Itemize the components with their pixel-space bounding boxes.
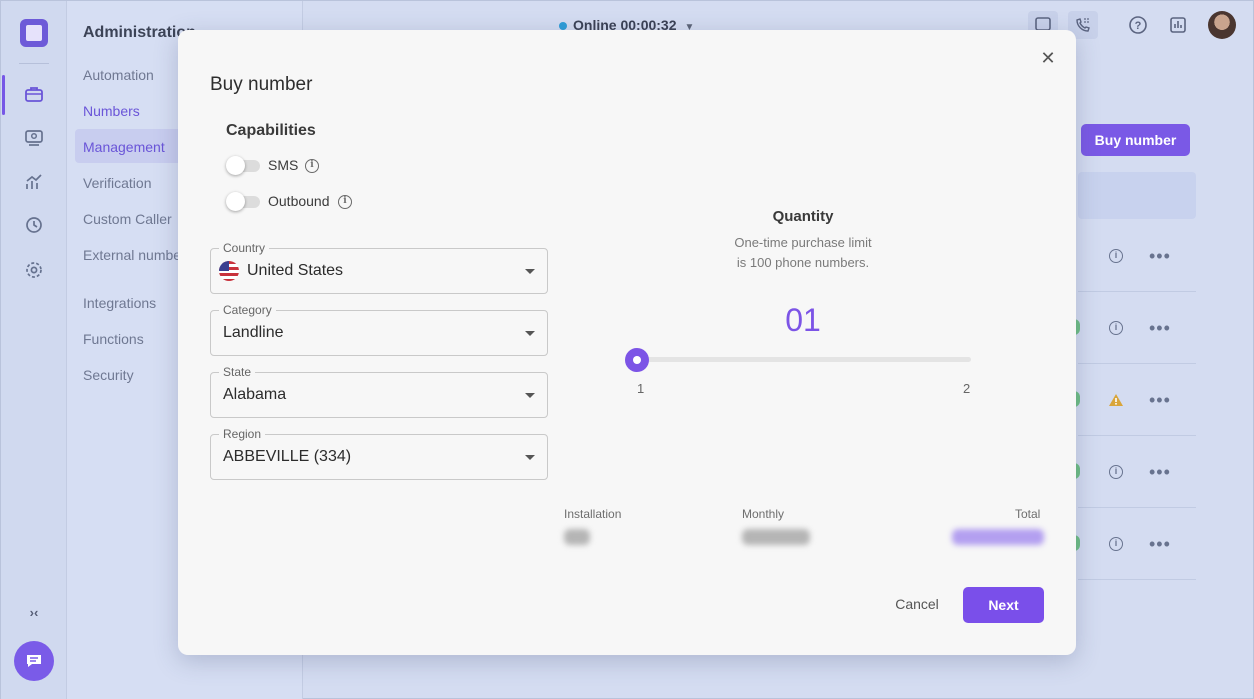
total-label: Total xyxy=(1015,507,1041,521)
close-icon[interactable]: ✕ xyxy=(1040,49,1056,67)
sms-toggle[interactable] xyxy=(226,156,260,175)
subnav-item-external-numbers[interactable]: External numbe xyxy=(83,247,181,263)
info-icon: i xyxy=(1109,537,1123,551)
bg-buy-number-button: Buy number xyxy=(1081,124,1190,156)
country-select[interactable]: Country United States xyxy=(210,241,548,294)
outbound-toggle-label: Outbound xyxy=(268,193,330,209)
total-price-redacted xyxy=(952,529,1044,545)
quantity-slider-thumb[interactable] xyxy=(625,348,649,372)
bg-row-divider xyxy=(1078,435,1196,436)
svg-text:?: ? xyxy=(1135,20,1142,32)
region-select[interactable]: Region ABBEVILLE (334) xyxy=(210,427,548,480)
subnav-item-numbers[interactable]: Numbers xyxy=(83,103,140,119)
state-select[interactable]: State Alabama xyxy=(210,365,548,418)
toggle-knob xyxy=(226,192,245,211)
category-select[interactable]: Category Landline xyxy=(210,303,548,356)
next-button[interactable]: Next xyxy=(963,587,1044,623)
warning-icon xyxy=(1109,394,1123,406)
monthly-label: Monthly xyxy=(742,507,785,521)
subnav-item-functions[interactable]: Functions xyxy=(83,331,144,347)
quantity-slider-track[interactable] xyxy=(637,357,971,362)
region-label: Region xyxy=(219,427,266,441)
info-icon: i xyxy=(1109,465,1123,479)
country-value: United States xyxy=(247,262,344,279)
buy-number-dialog: ✕ Buy number Capabilities SMS i Outbound… xyxy=(178,30,1076,655)
quantity-note-line: is 100 phone numbers. xyxy=(736,255,870,270)
capabilities-title: Capabilities xyxy=(226,122,316,139)
more-icon: ••• xyxy=(1149,318,1171,338)
app-logo-icon[interactable] xyxy=(20,19,48,47)
bg-row-divider xyxy=(1078,579,1196,580)
rail-divider xyxy=(19,63,49,64)
user-avatar[interactable] xyxy=(1208,11,1236,39)
us-flag-icon xyxy=(219,261,239,281)
info-icon: i xyxy=(1109,321,1123,335)
info-icon[interactable]: i xyxy=(305,159,319,173)
rail-active-indicator xyxy=(2,75,5,115)
subnav-item-security[interactable]: Security xyxy=(83,367,134,383)
bg-row-divider xyxy=(1078,291,1196,292)
online-dot xyxy=(559,22,567,30)
toggle-knob xyxy=(226,156,245,175)
more-icon: ••• xyxy=(1149,390,1171,410)
country-label: Country xyxy=(219,241,270,255)
chat-bubble-icon[interactable] xyxy=(14,641,54,681)
bg-row-divider xyxy=(1078,507,1196,508)
dropdown-arrow-icon xyxy=(525,269,535,274)
icon-rail: ›‹ xyxy=(1,1,67,699)
subnav-item-verification[interactable]: Verification xyxy=(83,175,151,191)
outbound-toggle[interactable] xyxy=(226,192,260,211)
more-icon: ••• xyxy=(1149,534,1171,554)
slider-min-label: 1 xyxy=(637,381,645,396)
dialog-title: Buy number xyxy=(210,74,313,95)
dropdown-arrow-icon xyxy=(525,331,535,336)
installation-label: Installation xyxy=(564,507,622,521)
slider-max-label: 2 xyxy=(963,381,971,396)
quantity-value: 01 xyxy=(785,302,821,338)
category-value: Landline xyxy=(223,324,284,341)
quantity-note-line: One-time purchase limit xyxy=(734,235,872,250)
dropdown-arrow-icon xyxy=(525,393,535,398)
info-icon: i xyxy=(1109,249,1123,263)
subnav-item-custom-caller[interactable]: Custom Caller xyxy=(83,211,172,227)
phone-dialpad-icon xyxy=(1073,15,1093,35)
state-label: State xyxy=(219,365,256,379)
bg-table-header xyxy=(1078,172,1196,219)
quantity-note: One-time purchase limit is 100 phone num… xyxy=(703,233,903,273)
bg-row-divider xyxy=(1078,363,1196,364)
more-icon: ••• xyxy=(1149,462,1171,482)
subnav-item-automation[interactable]: Automation xyxy=(83,67,154,83)
installation-price-redacted xyxy=(564,529,590,545)
analytics-icon[interactable] xyxy=(23,172,45,194)
more-icon: ••• xyxy=(1149,246,1171,266)
category-label: Category xyxy=(219,303,276,317)
briefcase-icon[interactable] xyxy=(23,84,45,106)
support-icon[interactable] xyxy=(23,128,45,150)
history-icon[interactable] xyxy=(23,215,45,237)
info-icon[interactable]: i xyxy=(338,195,352,209)
quantity-title: Quantity xyxy=(772,208,834,225)
monthly-price-redacted xyxy=(742,529,810,545)
subnav-item-management[interactable]: Management xyxy=(83,139,165,155)
dropdown-arrow-icon xyxy=(525,455,535,460)
state-value: Alabama xyxy=(223,386,287,403)
region-value: ABBEVILLE (334) xyxy=(223,448,352,465)
cancel-button[interactable]: Cancel xyxy=(883,590,951,618)
reports-icon[interactable] xyxy=(1168,15,1188,35)
settings-icon[interactable] xyxy=(23,260,45,282)
collapse-sidebar-icon[interactable]: ›‹ xyxy=(23,605,45,625)
sms-toggle-label: SMS xyxy=(268,157,299,173)
help-icon[interactable]: ? xyxy=(1128,15,1148,35)
subnav-item-integrations[interactable]: Integrations xyxy=(83,295,156,311)
